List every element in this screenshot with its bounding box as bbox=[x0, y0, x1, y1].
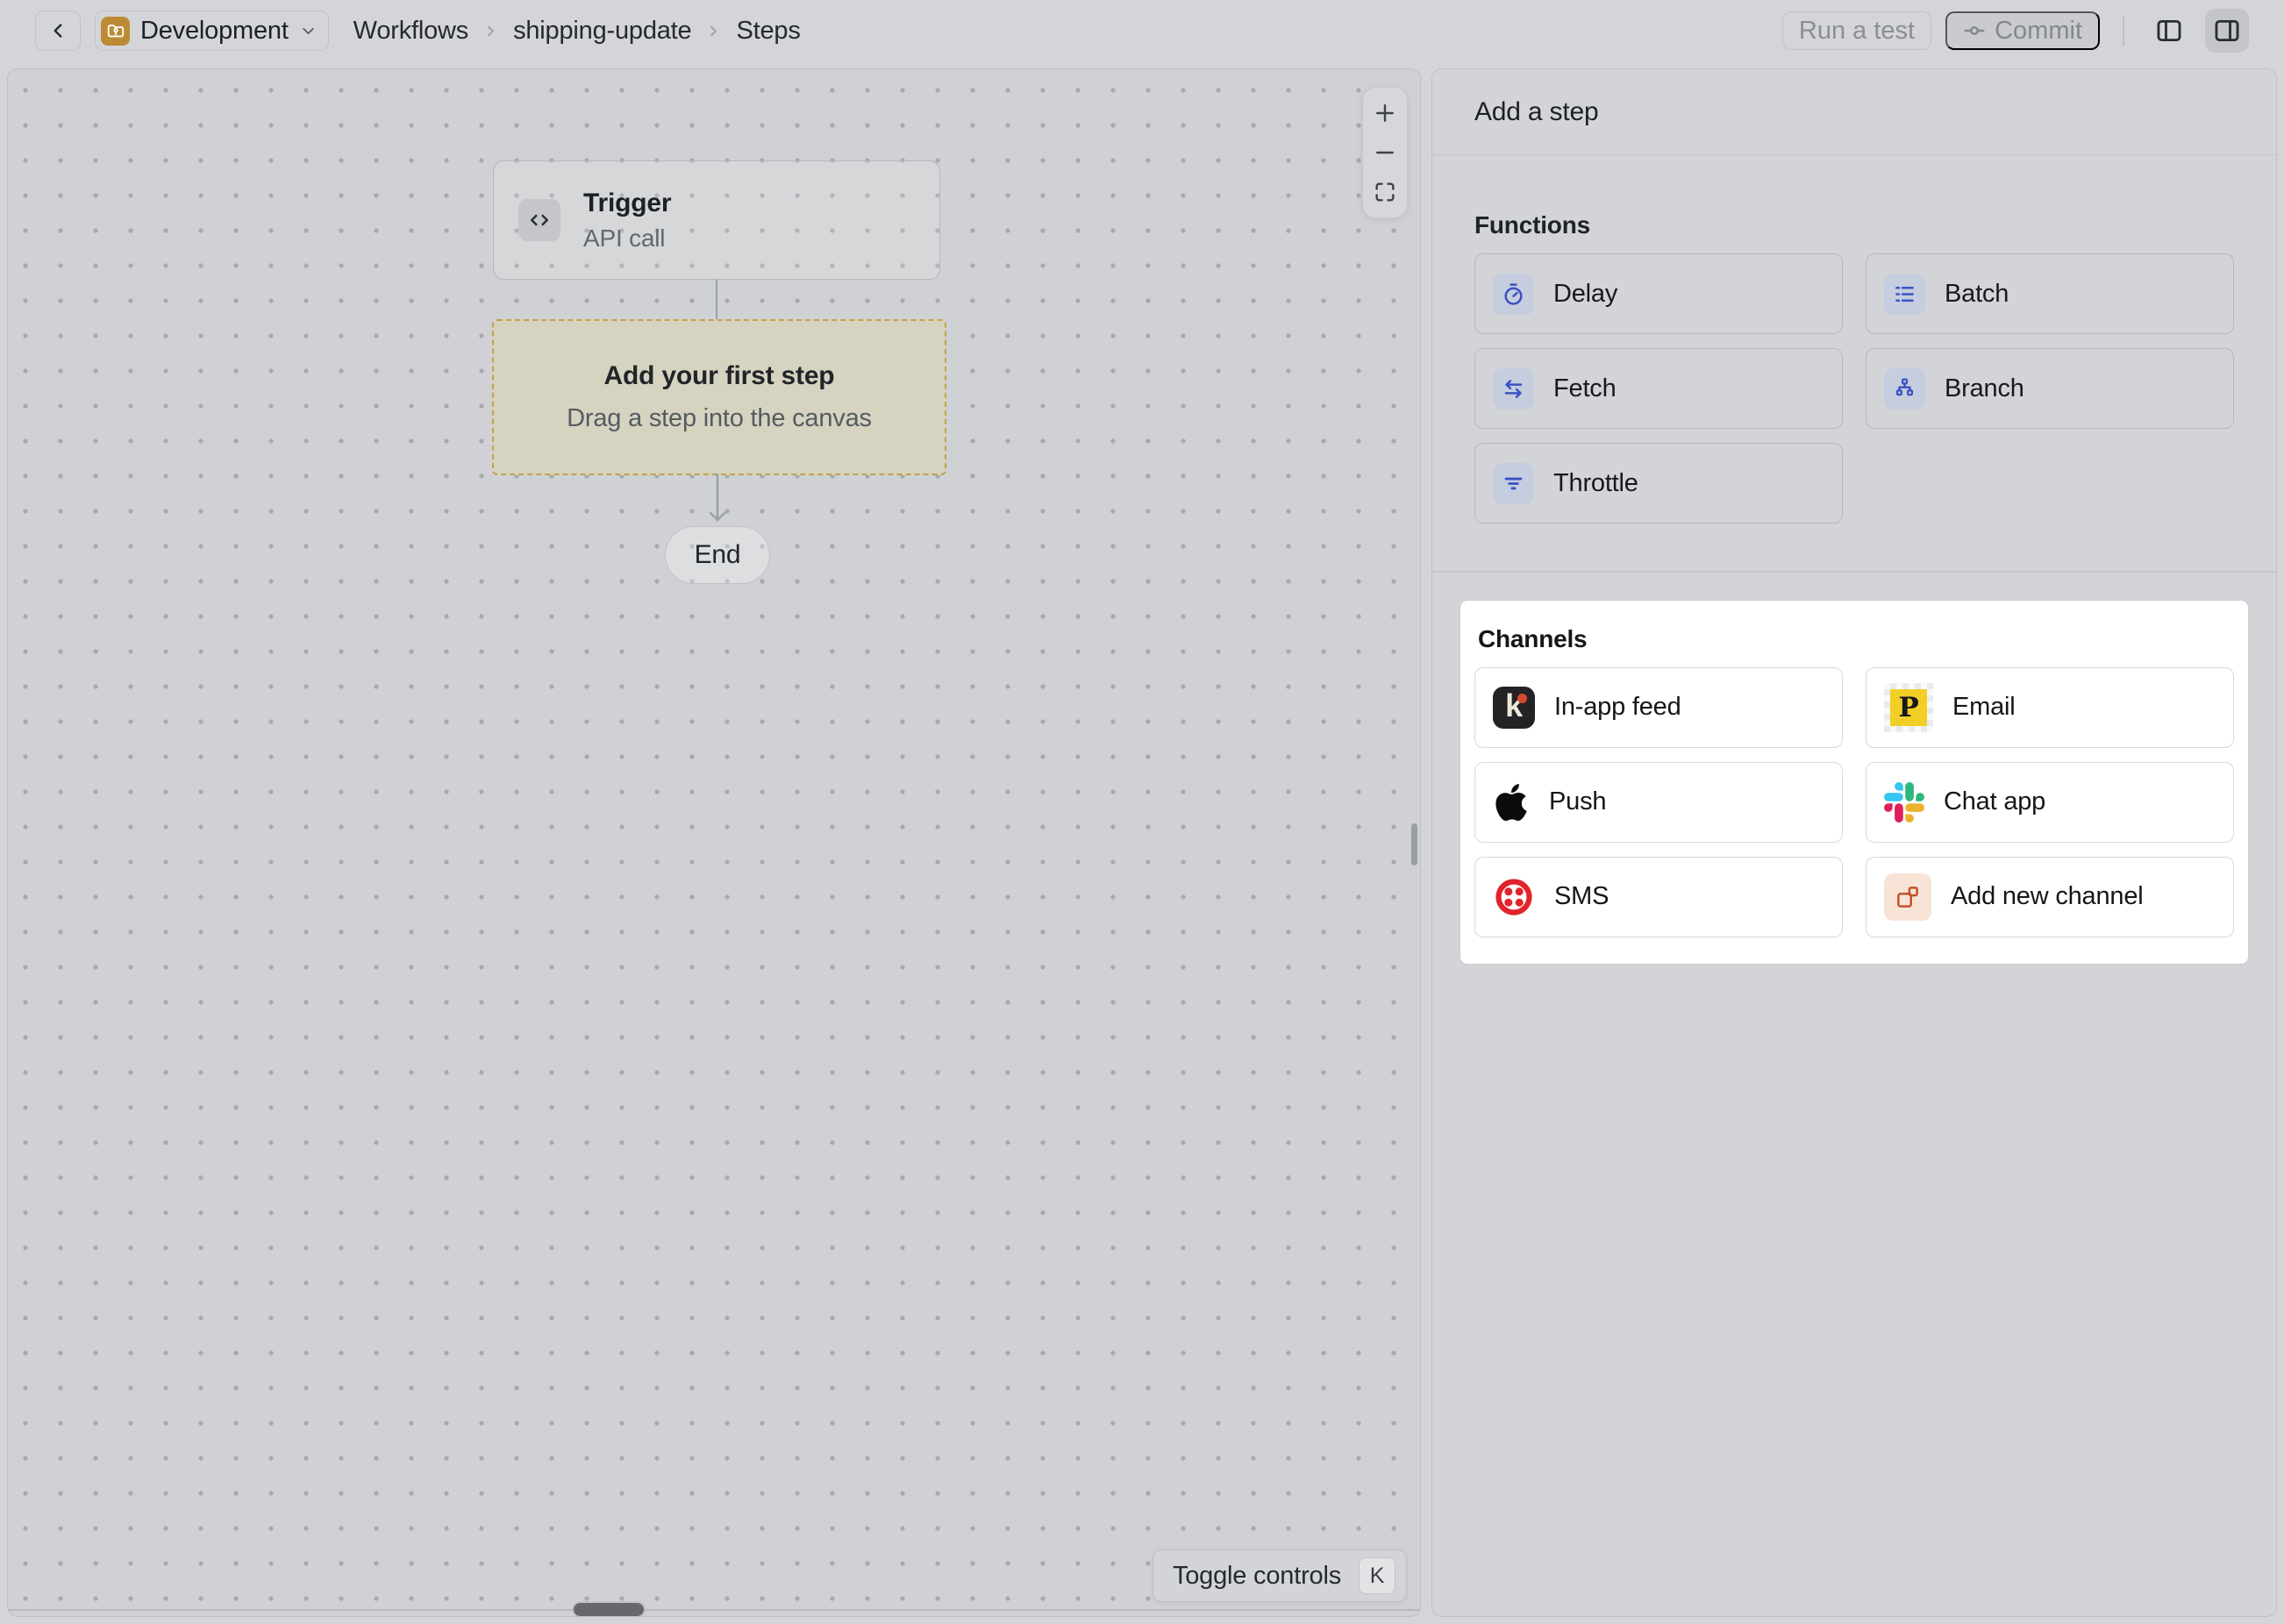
stopwatch-icon bbox=[1493, 274, 1534, 315]
channel-card-label: Email bbox=[1952, 693, 2016, 722]
add-step-sidebar: Add a step Functions Delay Batch bbox=[1431, 68, 2277, 1617]
dropzone-title: Add your first step bbox=[604, 361, 835, 391]
channel-card-in-app-feed[interactable]: k In-app feed bbox=[1474, 667, 1843, 748]
fullscreen-icon bbox=[1373, 180, 1397, 204]
channel-card-email[interactable]: P Email bbox=[1866, 667, 2234, 748]
panel-left-icon bbox=[2154, 16, 2184, 46]
zoom-out-button[interactable] bbox=[1365, 133, 1405, 172]
batch-list-icon bbox=[1884, 274, 1925, 315]
fit-view-button[interactable] bbox=[1365, 173, 1405, 211]
channel-card-chat-app[interactable]: Chat app bbox=[1866, 762, 2234, 843]
run-test-button[interactable]: Run a test bbox=[1782, 11, 1931, 50]
end-node: End bbox=[665, 526, 770, 584]
chevron-left-icon bbox=[46, 19, 69, 42]
vertical-scrollbar-thumb[interactable] bbox=[1411, 823, 1417, 865]
channel-card-label: Add new channel bbox=[1951, 882, 2144, 911]
zoom-in-button[interactable] bbox=[1365, 94, 1405, 132]
filter-lines-icon bbox=[1493, 463, 1534, 504]
panel-right-icon bbox=[2212, 16, 2242, 46]
channel-card-sms[interactable]: SMS bbox=[1474, 857, 1843, 937]
function-card-label: Batch bbox=[1945, 280, 2009, 309]
commit-button[interactable]: Commit bbox=[1945, 11, 2100, 50]
functions-section-label: Functions bbox=[1474, 211, 2234, 239]
chevron-down-icon bbox=[299, 22, 318, 40]
channel-card-label: SMS bbox=[1554, 882, 1609, 911]
environment-label: Development bbox=[140, 17, 289, 46]
function-card-label: Delay bbox=[1553, 280, 1617, 309]
channel-card-label: Chat app bbox=[1944, 787, 2045, 816]
breadcrumb-workflows[interactable]: Workflows bbox=[353, 17, 468, 46]
knock-logo-icon: k bbox=[1493, 687, 1535, 729]
toggle-left-panel-button[interactable] bbox=[2147, 9, 2191, 53]
main-area: Trigger API call Add your first step Dra… bbox=[7, 68, 2277, 1617]
function-card-fetch[interactable]: Fetch bbox=[1474, 348, 1843, 429]
trigger-title: Trigger bbox=[583, 189, 671, 218]
horizontal-scrollbar-track bbox=[8, 1609, 1420, 1611]
sidebar-divider bbox=[1432, 571, 2276, 573]
edge-arrow bbox=[706, 474, 729, 526]
horizontal-scrollbar-thumb[interactable] bbox=[574, 1603, 644, 1616]
trigger-node[interactable]: Trigger API call bbox=[493, 160, 940, 280]
channels-grid: k In-app feed P Email bbox=[1474, 667, 2234, 937]
channel-card-add-new[interactable]: Add new channel bbox=[1866, 857, 2234, 937]
code-icon bbox=[518, 199, 560, 241]
add-first-step-dropzone[interactable]: Add your first step Drag a step into the… bbox=[492, 319, 946, 475]
commit-icon bbox=[1963, 19, 1986, 42]
chevron-right-icon bbox=[482, 23, 499, 39]
sidebar-title: Add a step bbox=[1474, 97, 1598, 127]
apple-logo-icon bbox=[1493, 781, 1530, 823]
sidebar-body: Functions Delay Batch bbox=[1432, 211, 2276, 1006]
postmark-logo-icon: P bbox=[1884, 683, 1933, 732]
add-channel-icon bbox=[1884, 873, 1931, 921]
workflow-canvas[interactable]: Trigger API call Add your first step Dra… bbox=[7, 68, 1421, 1617]
channel-card-label: Push bbox=[1549, 787, 1606, 816]
channel-card-label: In-app feed bbox=[1554, 693, 1681, 722]
plus-icon bbox=[1373, 101, 1397, 125]
keyboard-shortcut-badge: K bbox=[1359, 1557, 1395, 1594]
function-card-batch[interactable]: Batch bbox=[1866, 253, 2234, 334]
environment-switcher[interactable]: Development bbox=[95, 11, 329, 51]
top-bar: Development Workflows shipping-update St… bbox=[0, 0, 2284, 61]
breadcrumb-steps[interactable]: Steps bbox=[736, 17, 800, 46]
end-label: End bbox=[695, 540, 741, 570]
commit-label: Commit bbox=[1995, 17, 2082, 46]
channels-section-label: Channels bbox=[1478, 625, 2234, 653]
topbar-divider bbox=[2123, 16, 2124, 46]
minus-icon bbox=[1373, 140, 1397, 165]
dropzone-subtitle: Drag a step into the canvas bbox=[567, 404, 872, 433]
canvas-zoom-controls bbox=[1362, 87, 1408, 218]
slack-logo-icon bbox=[1884, 782, 1924, 823]
toggle-controls-button[interactable]: Toggle controls K bbox=[1153, 1549, 1407, 1602]
toggle-controls-label: Toggle controls bbox=[1173, 1562, 1341, 1591]
edge-connector bbox=[716, 280, 717, 320]
functions-grid: Delay Batch Fetch bbox=[1474, 253, 2234, 524]
swap-arrows-icon bbox=[1493, 368, 1534, 410]
branch-tree-icon bbox=[1884, 368, 1925, 410]
function-card-throttle[interactable]: Throttle bbox=[1474, 443, 1843, 524]
function-card-label: Fetch bbox=[1553, 374, 1617, 403]
breadcrumb: Workflows shipping-update Steps bbox=[353, 17, 801, 46]
function-card-delay[interactable]: Delay bbox=[1474, 253, 1843, 334]
function-card-label: Throttle bbox=[1553, 469, 1638, 498]
breadcrumb-workflow-name[interactable]: shipping-update bbox=[513, 17, 691, 46]
back-button[interactable] bbox=[35, 11, 81, 51]
channels-highlight-panel: Channels k In-app feed P bbox=[1460, 601, 2248, 964]
chevron-right-icon bbox=[705, 23, 722, 39]
twilio-logo-icon bbox=[1493, 876, 1535, 918]
sidebar-header: Add a step bbox=[1432, 69, 2276, 155]
folder-icon bbox=[101, 17, 130, 46]
function-card-branch[interactable]: Branch bbox=[1866, 348, 2234, 429]
trigger-subtitle: API call bbox=[583, 224, 671, 253]
toggle-right-panel-button[interactable] bbox=[2205, 9, 2249, 53]
channel-card-push[interactable]: Push bbox=[1474, 762, 1843, 843]
function-card-label: Branch bbox=[1945, 374, 2024, 403]
